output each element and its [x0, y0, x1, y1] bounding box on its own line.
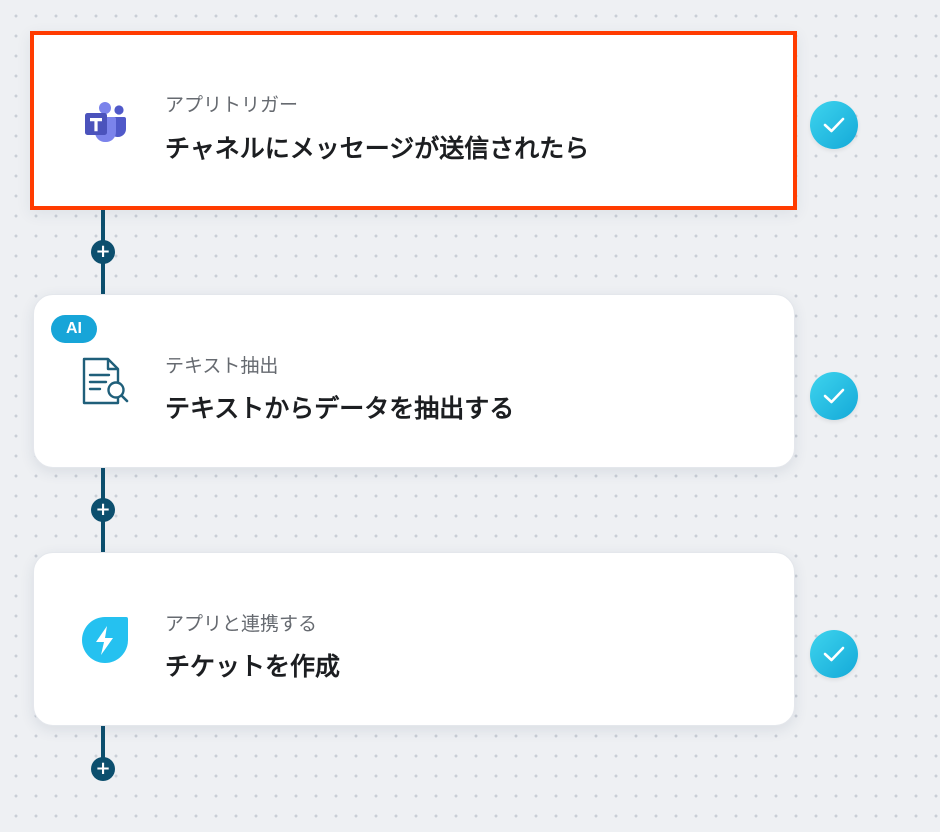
step-type-label: テキスト抽出 [165, 355, 279, 377]
flow-step-card-create-ticket[interactable]: アプリと連携する チケットを作成 [33, 552, 795, 726]
step-type-label: アプリと連携する [165, 613, 318, 635]
step-title: チャネルにメッセージが送信されたら [165, 134, 590, 163]
step-type-label: アプリトリガー [165, 94, 299, 116]
step-complete-check-icon [810, 630, 858, 678]
flow-step-card-text-extract[interactable]: AI テキスト抽出 テキストからデータを抽出する [33, 294, 795, 468]
flow-step-card-trigger[interactable]: アプリトリガー チャネルにメッセージが送信されたら [30, 31, 797, 210]
document-search-icon [78, 355, 132, 409]
add-step-button[interactable]: + [91, 240, 115, 264]
freshdesk-lightning-icon [78, 613, 132, 667]
step-complete-check-icon [810, 372, 858, 420]
step-complete-check-icon [810, 101, 858, 149]
add-step-button[interactable]: + [91, 498, 115, 522]
microsoft-teams-icon [80, 97, 134, 151]
ai-badge: AI [51, 315, 97, 343]
step-title: テキストからデータを抽出する [165, 394, 515, 423]
add-step-button[interactable]: + [91, 757, 115, 781]
step-title: チケットを作成 [165, 652, 341, 681]
